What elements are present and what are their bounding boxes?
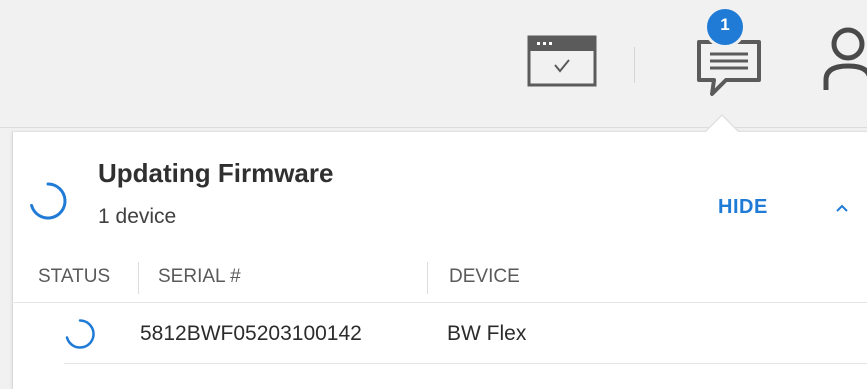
hide-button[interactable]: HIDE — [718, 196, 768, 219]
task-window-icon[interactable] — [527, 33, 597, 89]
loading-spinner-icon — [28, 181, 68, 221]
user-icon[interactable] — [818, 22, 867, 94]
column-divider — [138, 262, 139, 294]
popup-pointer-fill — [705, 116, 739, 133]
status-spinner-icon — [64, 318, 96, 350]
column-header-status[interactable]: STATUS — [38, 266, 110, 288]
table-row[interactable]: 5812BWF05203100142 BW Flex — [64, 303, 867, 364]
column-header-serial[interactable]: SERIAL # — [158, 266, 241, 288]
table-header: STATUS SERIAL # DEVICE — [12, 254, 867, 303]
chevron-up-icon[interactable] — [834, 200, 850, 216]
app-root: 1 Updating Firmware 1 device HIDE STATUS… — [0, 0, 867, 389]
popup-title: Updating Firmware — [98, 158, 334, 188]
device-count-text: 1 device — [98, 205, 177, 228]
column-header-device[interactable]: DEVICE — [449, 266, 520, 288]
notification-count-badge: 1 — [704, 6, 746, 48]
header-separator — [634, 47, 635, 83]
serial-number-cell: 5812BWF05203100142 — [140, 322, 362, 345]
column-divider — [427, 262, 428, 294]
device-name-cell: BW Flex — [447, 322, 527, 345]
